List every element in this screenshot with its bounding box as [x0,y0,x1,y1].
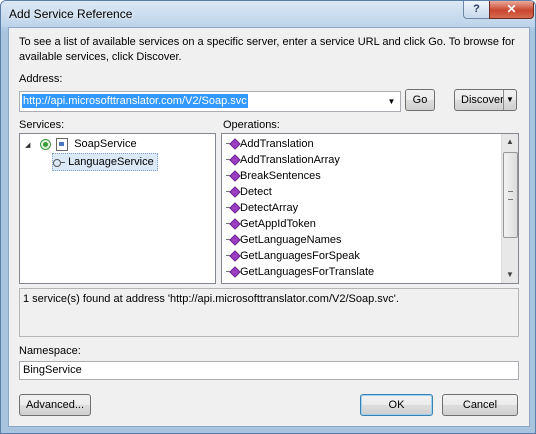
dialog-client-area: To see a list of available services on a… [8,27,530,427]
scroll-thumb[interactable] [503,152,518,238]
interface-icon [53,157,65,168]
discover-button[interactable]: Discover ▼ [454,89,517,111]
window-title: Add Service Reference [9,7,133,21]
instructions-text: To see a list of available services on a… [19,36,515,63]
add-service-reference-dialog: Add Service Reference ? ✕ To see a list … [0,0,536,434]
advanced-button[interactable]: Advanced... [19,394,91,416]
help-button[interactable]: ? [463,1,490,19]
method-icon [226,266,241,278]
operation-label: AddTranslationArray [240,154,340,166]
grip-icon [508,191,513,200]
operation-label: AddTranslation [240,138,314,150]
method-icon [226,170,241,182]
operation-item[interactable]: Detect [226,184,272,200]
close-button[interactable]: ✕ [489,1,534,19]
cancel-button[interactable]: Cancel [442,394,518,416]
method-icon [226,154,241,166]
service-globe-icon [40,138,52,150]
namespace-label: Namespace: [19,345,81,357]
discover-dropdown-icon[interactable]: ▼ [506,90,514,110]
operation-label: GetLanguagesForSpeak [240,250,360,262]
address-input-value[interactable]: http://api.microsofttranslator.com/V2/So… [22,94,248,108]
operations-label: Operations: [223,119,280,131]
discover-label: Discover [461,94,504,106]
method-icon [226,138,241,150]
operation-label: GetLanguagesForTranslate [240,266,375,278]
method-icon [226,250,241,262]
method-icon [226,186,241,198]
status-text: 1 service(s) found at address 'http://ap… [23,293,399,305]
method-icon [226,202,241,214]
operations-scrollbar[interactable]: ▲ ▼ [501,134,518,283]
tree-item-languageservice[interactable]: LanguageService [52,153,158,171]
ok-button[interactable]: OK [360,394,433,416]
namespace-input[interactable]: BingService [19,361,519,380]
tree-item-label: SoapService [74,138,137,150]
operation-label: BreakSentences [240,170,321,182]
scroll-up-icon[interactable]: ▲ [502,134,518,150]
operation-item[interactable]: GetLanguagesForSpeak [226,248,360,264]
tree-item-soapservice[interactable]: ◢ SoapService [25,136,137,152]
operation-label: GetAppIdToken [240,218,316,230]
method-icon [226,218,241,230]
scroll-down-icon[interactable]: ▼ [502,267,518,283]
operation-item[interactable]: GetLanguagesForTranslate [226,264,374,280]
operation-item[interactable]: BreakSentences [226,168,321,184]
operation-label: GetLanguageNames [240,234,342,246]
services-label: Services: [19,119,65,131]
operation-label: Detect [240,186,272,198]
tree-item-label: LanguageService [68,156,154,168]
operations-list[interactable]: AddTranslation AddTranslationArray Break… [221,133,519,284]
go-button[interactable]: Go [405,89,435,111]
address-dropdown-icon[interactable]: ▼ [384,93,399,110]
operation-item[interactable]: DetectArray [226,200,298,216]
status-message-box: 1 service(s) found at address 'http://ap… [19,288,519,337]
operation-label: DetectArray [240,202,299,214]
operation-item[interactable]: GetLanguageNames [226,232,342,248]
operation-item[interactable]: AddTranslationArray [226,152,340,168]
document-icon [56,137,69,151]
operation-item[interactable]: AddTranslation [226,136,314,152]
services-tree[interactable]: ◢ SoapService LanguageService [19,133,216,284]
title-bar[interactable]: Add Service Reference ? ✕ [1,1,535,27]
split-divider [503,90,504,110]
operation-item[interactable]: GetAppIdToken [226,216,316,232]
method-icon [226,234,241,246]
address-combobox[interactable]: http://api.microsofttranslator.com/V2/So… [19,91,401,112]
address-label: Address: [19,73,63,85]
expand-arrow-icon[interactable]: ◢ [25,138,35,154]
